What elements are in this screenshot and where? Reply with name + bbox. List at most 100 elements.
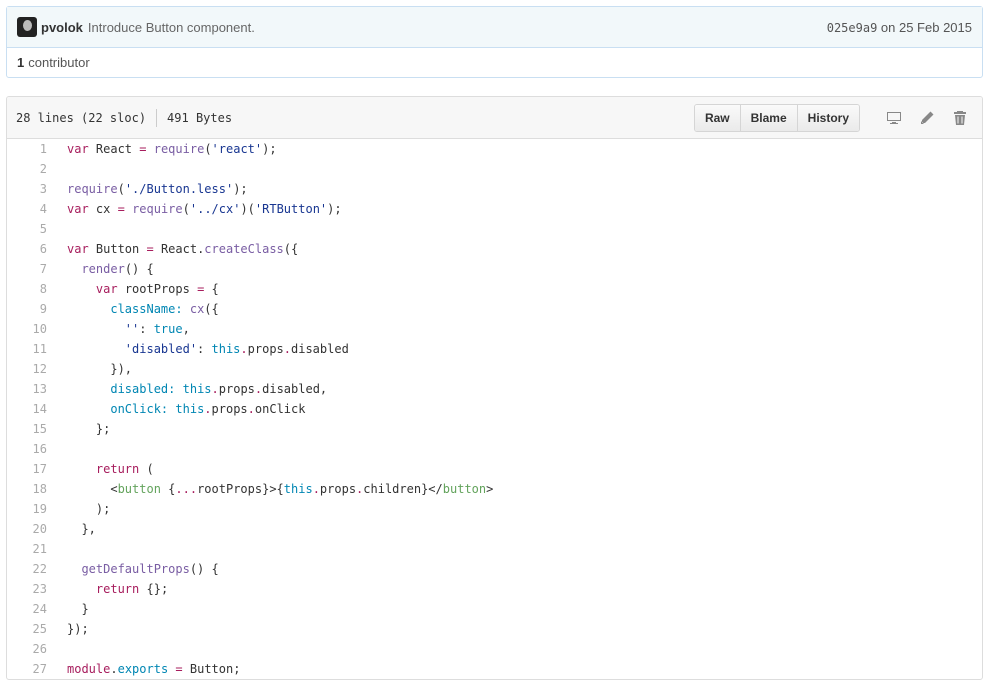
line-number[interactable]: 5 <box>7 219 47 239</box>
line-number[interactable]: 4 <box>7 199 47 219</box>
line-number[interactable]: 25 <box>7 619 47 639</box>
code-token: '../cx' <box>189 202 241 216</box>
history-button[interactable]: History <box>796 104 859 131</box>
code-token: . <box>204 402 212 416</box>
code-line: 16 <box>7 439 982 459</box>
code-token: 'react' <box>211 142 263 156</box>
code-line: 12 }), <box>7 359 982 379</box>
commit-message-link[interactable]: Introduce Button component. <box>88 20 255 35</box>
trash-icon[interactable] <box>947 105 973 131</box>
line-number[interactable]: 12 <box>7 359 47 379</box>
code-token: ... <box>175 482 198 496</box>
code-token: return <box>95 582 140 596</box>
code-token: }); <box>67 622 89 636</box>
line-number[interactable]: 21 <box>7 539 47 559</box>
commit-author-link[interactable]: pvolok <box>41 20 83 35</box>
code-token: props <box>247 342 284 356</box>
line-number[interactable]: 18 <box>7 479 47 499</box>
code-token: Button; <box>182 662 241 676</box>
code-token: cx <box>88 202 118 216</box>
contributors-summary[interactable]: 1 contributor <box>7 48 982 77</box>
code-token: ( <box>117 182 125 196</box>
code-line: 10 '': true, <box>7 319 982 339</box>
code-token: './Button.less' <box>124 182 234 196</box>
raw-button[interactable]: Raw <box>694 104 740 131</box>
code-token: require <box>153 142 205 156</box>
code-line: 19 ); <box>7 499 982 519</box>
line-number[interactable]: 11 <box>7 339 47 359</box>
code-token: getDefaultProps <box>81 562 190 576</box>
file-icon-actions <box>874 105 973 131</box>
code-text: var React = require('react'); <box>47 139 277 159</box>
line-number[interactable]: 10 <box>7 319 47 339</box>
code-line: 5 <box>7 219 982 239</box>
line-number[interactable]: 22 <box>7 559 47 579</box>
code-text: module.exports = Button; <box>47 659 240 679</box>
line-number[interactable]: 24 <box>7 599 47 619</box>
line-number[interactable]: 8 <box>7 279 47 299</box>
line-number[interactable]: 17 <box>7 459 47 479</box>
line-number[interactable]: 13 <box>7 379 47 399</box>
code-token: render <box>81 262 125 276</box>
code-token: . <box>240 342 248 356</box>
code-token: < <box>67 482 118 496</box>
author-avatar[interactable] <box>17 17 37 37</box>
code-line: 14 onClick: this.props.onClick <box>7 399 982 419</box>
code-token: require <box>132 202 183 216</box>
line-number[interactable]: 20 <box>7 519 47 539</box>
code-token: . <box>312 482 320 496</box>
contributors-count: 1 <box>17 55 25 70</box>
code-text: render() { <box>47 259 153 279</box>
commit-sha-link[interactable]: 025e9a9 <box>827 21 878 35</box>
code-token: } <box>67 602 89 616</box>
code-text: <button {...rootProps}>{this.props.child… <box>47 479 493 499</box>
code-line: 2 <box>7 159 982 179</box>
file-info-divider <box>156 108 158 127</box>
line-number[interactable]: 2 <box>7 159 47 179</box>
code-line: 18 <button {...rootProps}>{this.props.ch… <box>7 479 982 499</box>
code-text: } <box>47 599 89 619</box>
code-text: return ( <box>47 459 154 479</box>
code-token: props <box>211 402 248 416</box>
line-number[interactable]: 16 <box>7 439 47 459</box>
code-token: . <box>247 402 255 416</box>
line-number[interactable]: 1 <box>7 139 47 159</box>
code-token: () { <box>189 562 219 576</box>
line-number[interactable]: 23 <box>7 579 47 599</box>
code-line: 7 render() { <box>7 259 982 279</box>
code-line: 3 require('./Button.less'); <box>7 179 982 199</box>
code-token: this <box>283 482 313 496</box>
desktop-icon[interactable] <box>881 105 907 131</box>
code-token: , <box>182 322 190 336</box>
line-number[interactable]: 7 <box>7 259 47 279</box>
line-number[interactable]: 3 <box>7 179 47 199</box>
code-text: getDefaultProps() { <box>47 559 219 579</box>
blame-button[interactable]: Blame <box>739 104 797 131</box>
line-number[interactable]: 19 <box>7 499 47 519</box>
code-token: this <box>182 382 212 396</box>
line-number[interactable]: 26 <box>7 639 47 659</box>
line-number[interactable]: 6 <box>7 239 47 259</box>
code-token: cx <box>189 302 205 316</box>
pencil-icon[interactable] <box>914 105 940 131</box>
line-number[interactable]: 27 <box>7 659 47 679</box>
line-number[interactable]: 15 <box>7 419 47 439</box>
code-token: ); <box>67 502 111 516</box>
code-line: 15 }; <box>7 419 982 439</box>
code-token: button <box>117 482 161 496</box>
code-token: ); <box>233 182 248 196</box>
line-number[interactable]: 14 <box>7 399 47 419</box>
code-token: = <box>139 142 147 156</box>
code-token: { <box>204 282 219 296</box>
line-number[interactable]: 9 <box>7 299 47 319</box>
